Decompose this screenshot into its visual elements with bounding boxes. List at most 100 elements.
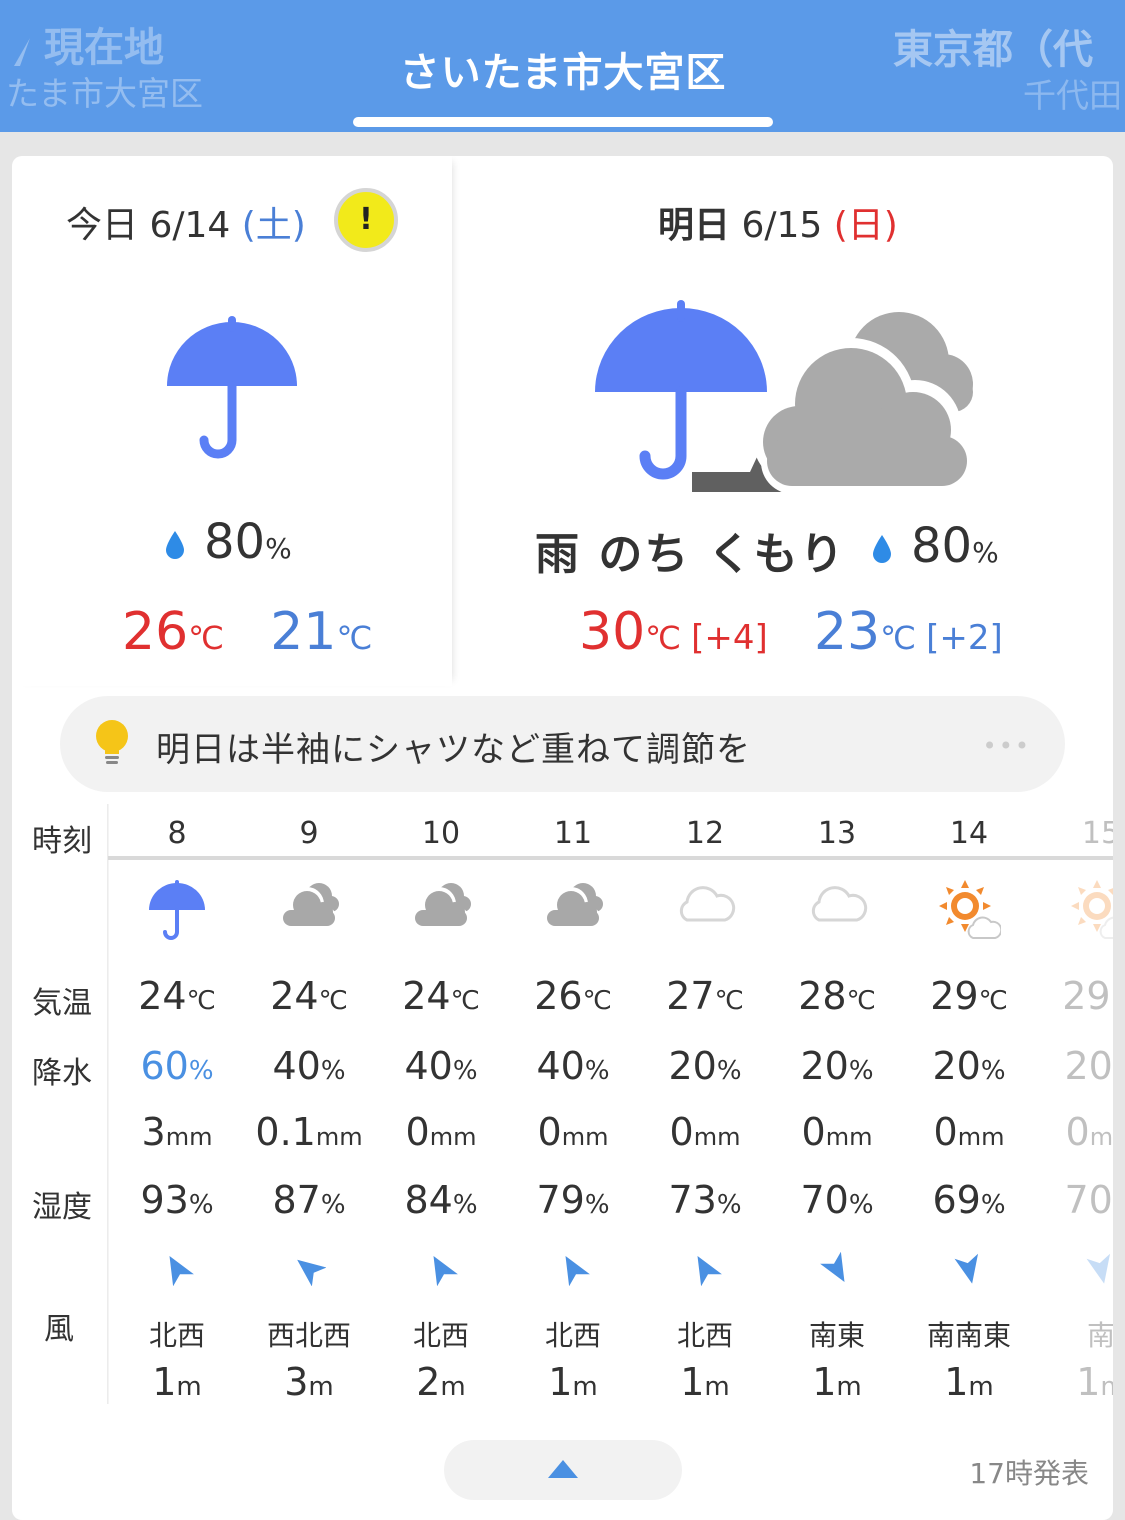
hour-temp: 24℃ [402, 974, 480, 1018]
wind-direction: 南東 [808, 1319, 865, 1352]
tab-current-location[interactable]: 現在地 たま市大宮区 [6, 22, 203, 114]
active-tab-indicator [353, 117, 773, 127]
hour-humidity: 70% [800, 1178, 874, 1222]
hour-precip-amount: 0mm [801, 1110, 873, 1154]
today-date: 6/14 [149, 205, 231, 246]
today-high-unit: ℃ [188, 619, 225, 657]
hour-precip-amount: 0mm [933, 1110, 1005, 1154]
wind-arrow-icon [375, 1252, 507, 1292]
wind-speed: 1m [812, 1360, 862, 1404]
wind-arrow-icon [111, 1252, 243, 1292]
wind-speed: 1m [680, 1360, 730, 1404]
today-pop-unit: % [265, 532, 292, 565]
tomorrow-weather-text: 雨 のち くもり [535, 529, 846, 580]
hour-temp: 26℃ [534, 974, 612, 1018]
location-arrow-icon [14, 38, 30, 66]
tab-tokyo-title: 東京都（代 [893, 27, 1093, 73]
location-tab-bar: 現在地 たま市大宮区 さいたま市大宮区 東京都（代 千代田 [0, 0, 1125, 132]
tomorrow-panel[interactable]: 明日 6/15 (日) 雨 のち くもり 80% 30℃ [+4] 23℃ [+… [453, 156, 1113, 686]
hour-label: 10 [421, 816, 461, 851]
tomorrow-date: 6/15 [741, 205, 823, 246]
collapse-button[interactable] [444, 1440, 682, 1500]
wind-direction: 北西 [148, 1319, 205, 1352]
cloudy-icon [375, 880, 507, 950]
tab-tokyo[interactable]: 東京都（代 千代田 [893, 24, 1122, 116]
hour-humidity: 87% [272, 1178, 346, 1222]
wind-direction: 西北西 [266, 1319, 351, 1352]
hour-label: 11 [553, 816, 593, 851]
tomorrow-high-unit: ℃ [645, 619, 682, 657]
hour-label: 13 [817, 816, 857, 851]
tab-tokyo-sub: 千代田 [1023, 76, 1122, 115]
wind-arrow-icon [903, 1252, 1035, 1292]
hour-temp: 24℃ [138, 974, 216, 1018]
sun-cloud-icon [903, 880, 1035, 950]
table-left-divider [107, 804, 109, 1404]
tab-current-location-sub: たま市大宮区 [6, 74, 204, 113]
hour-precip-amount: 3mm [141, 1110, 213, 1154]
issued-time: 17時発表 [969, 1457, 1089, 1490]
tomorrow-temperatures: 30℃ [+4] 23℃ [+2] [579, 602, 1003, 662]
tomorrow-pop-unit: % [972, 536, 999, 569]
hour-label: 15 [1081, 816, 1113, 851]
hour-precip-amount: 0mm [405, 1110, 477, 1154]
tomorrow-low-unit: ℃ [880, 619, 917, 657]
today-pop-value: 80 [204, 514, 266, 570]
umbrella-icon [167, 316, 297, 459]
row-label-hour: 時刻 [32, 824, 92, 859]
hour-precip-probability: 60% [140, 1044, 214, 1088]
clothing-tip-banner[interactable]: 明日は半袖にシャツなど重ねて調節を ••• [60, 696, 1065, 792]
wind-direction: 南南東 [926, 1319, 1011, 1352]
lightbulb-icon [96, 720, 128, 764]
wind-speed: 1m [548, 1360, 598, 1404]
today-dow: (土) [241, 205, 306, 246]
cloudy-icon [243, 880, 375, 950]
more-dots-icon[interactable]: ••• [983, 732, 1031, 760]
wind-direction: 北西 [676, 1319, 733, 1352]
hour-humidity: 93% [140, 1178, 214, 1222]
today-panel[interactable]: 今日 6/14 (土) ! 80% 26℃ 21℃ [12, 156, 452, 686]
hour-precip-probability: 20% [668, 1044, 742, 1088]
wind-speed: 1m [152, 1360, 202, 1404]
tomorrow-label: 明日 [658, 205, 731, 246]
tab-saitama-omiya[interactable]: さいたま市大宮区 [353, 40, 773, 98]
hour-precip-amount: 0.1mm [255, 1110, 363, 1154]
hour-precip-amount: 0mm [537, 1110, 609, 1154]
hour-humidity: 70% [1064, 1178, 1113, 1222]
tomorrow-date-line: 明日 6/15 (日) [658, 196, 898, 248]
row-label-humidity: 湿度 [32, 1190, 92, 1225]
hour-precip-probability: 20% [932, 1044, 1006, 1088]
hour-label: 9 [299, 816, 319, 851]
wind-direction: 北西 [412, 1319, 469, 1352]
umbrella-icon [111, 880, 243, 950]
wind-direction: 南 [1086, 1319, 1113, 1352]
hour-precip-probability: 40% [536, 1044, 610, 1088]
light-cloud-icon [771, 880, 903, 950]
wind-arrow-icon [771, 1251, 903, 1292]
tomorrow-low-diff: [+2] [926, 618, 1003, 658]
hour-precip-probability: 40% [404, 1044, 478, 1088]
hour-temp: 29℃ [930, 974, 1008, 1018]
hour-precip-probability: 20% [1064, 1044, 1113, 1088]
hour-temp: 29℃ [1062, 974, 1113, 1018]
tomorrow-high-diff: [+4] [691, 618, 768, 658]
hour-temp: 28℃ [798, 974, 876, 1018]
wind-speed: 3m [284, 1360, 334, 1404]
row-label-precip: 降水 [32, 1056, 92, 1091]
raindrop-icon [166, 531, 184, 559]
warning-alert-icon[interactable]: ! [334, 188, 398, 252]
tab-current-location-title: 現在地 [44, 25, 164, 71]
tomorrow-high: 30 [579, 602, 646, 662]
forecast-card: 今日 6/14 (土) ! 80% 26℃ 21℃ 明日 6/15 (日) 雨 … [12, 156, 1113, 1520]
today-low: 21 [270, 602, 337, 662]
hour-humidity: 79% [536, 1178, 610, 1222]
today-low-unit: ℃ [336, 619, 373, 657]
hour-divider-line [108, 856, 1113, 860]
wind-speed: 2m [416, 1360, 466, 1404]
row-label-wind: 風 [44, 1312, 74, 1347]
wind-arrow-icon [243, 1252, 375, 1292]
tomorrow-pop-value: 80 [911, 518, 973, 574]
today-high: 26 [122, 602, 189, 662]
hour-precip-probability: 20% [800, 1044, 874, 1088]
light-cloud-icon [639, 880, 771, 950]
